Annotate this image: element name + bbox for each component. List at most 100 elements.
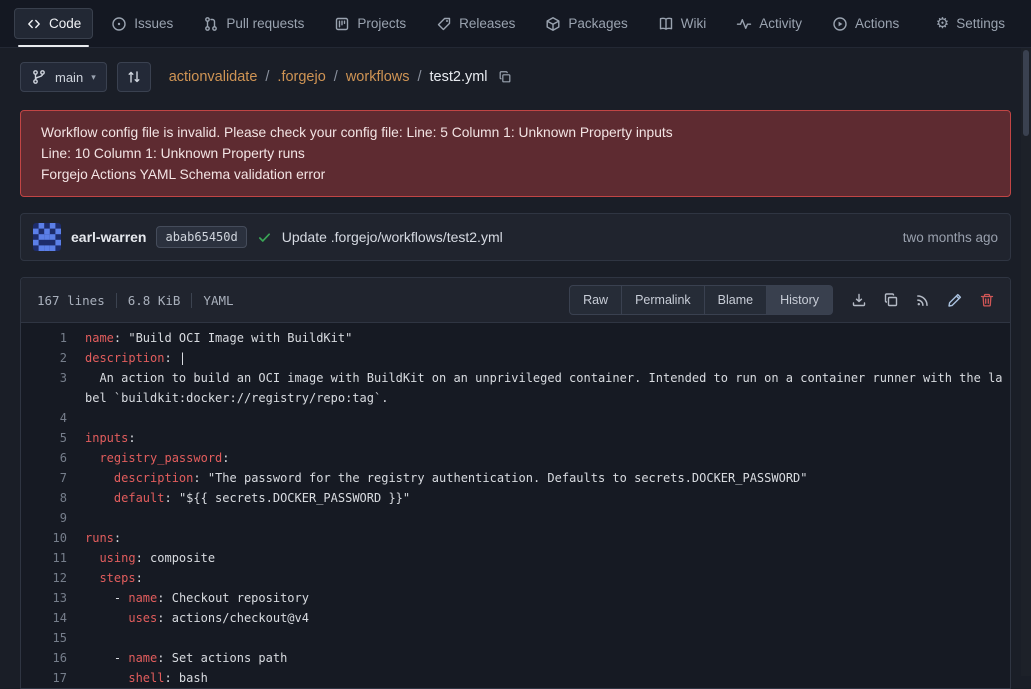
code-line: 13 - name: Checkout repository (21, 588, 1010, 608)
code-line: 9 (21, 508, 1010, 528)
line-number[interactable]: 15 (21, 628, 67, 648)
file-info: 167 lines 6.8 KiB YAML (37, 293, 234, 308)
avatar[interactable] (33, 223, 61, 251)
line-number[interactable]: 8 (21, 488, 67, 508)
branch-name: main (55, 70, 83, 85)
tab-releases-label: Releases (459, 16, 515, 31)
workflow-error-banner: Workflow config file is invalid. Please … (20, 110, 1011, 197)
tab-packages-label: Packages (568, 16, 627, 31)
tab-actions-label: Actions (855, 16, 899, 31)
line-number[interactable]: 12 (21, 568, 67, 588)
permalink-button[interactable]: Permalink (622, 285, 705, 315)
pulse-icon (736, 16, 752, 32)
copy-icon (883, 292, 899, 308)
line-content (85, 628, 1010, 648)
tab-packages[interactable]: Packages (533, 8, 639, 39)
breadcrumb-file-name: test2.yml (430, 69, 488, 85)
line-number[interactable]: 11 (21, 548, 67, 568)
tab-activity[interactable]: Activity (724, 8, 814, 39)
tab-issues[interactable]: Issues (99, 8, 185, 39)
line-number[interactable]: 3 (21, 368, 67, 408)
line-number[interactable]: 9 (21, 508, 67, 528)
tab-activity-label: Activity (759, 16, 802, 31)
branch-selector[interactable]: main ▾ (20, 62, 107, 92)
line-number[interactable]: 4 (21, 408, 67, 428)
history-button[interactable]: History (767, 285, 833, 315)
commit-time: two months ago (903, 230, 998, 245)
line-number[interactable]: 10 (21, 528, 67, 548)
code-line: 14 uses: actions/checkout@v4 (21, 608, 1010, 628)
breadcrumb-separator: / (265, 69, 269, 85)
code-line: 15 (21, 628, 1010, 648)
copy-path-icon[interactable] (498, 70, 512, 84)
issue-icon (111, 16, 127, 32)
rss-icon (915, 292, 931, 308)
commit-message[interactable]: Update .forgejo/workflows/test2.yml (282, 229, 503, 245)
tab-projects[interactable]: Projects (322, 8, 418, 39)
code-line: 1name: "Build OCI Image with BuildKit" (21, 328, 1010, 348)
gear-icon: ⚙ (936, 16, 949, 31)
line-number[interactable]: 5 (21, 428, 67, 448)
tab-code[interactable]: Code (14, 8, 93, 39)
tab-wiki-label: Wiki (681, 16, 707, 31)
line-number[interactable]: 13 (21, 588, 67, 608)
line-number[interactable]: 17 (21, 668, 67, 688)
page-scrollbar[interactable] (1021, 48, 1031, 676)
tab-pull-requests-label: Pull requests (226, 16, 304, 31)
branch-icon (31, 69, 47, 85)
line-content: - name: Set actions path (85, 648, 1010, 668)
breadcrumb-separator: / (417, 69, 421, 85)
file-line-count: 167 lines (37, 293, 105, 308)
tab-actions[interactable]: Actions (820, 8, 911, 39)
file-view: 167 lines 6.8 KiB YAML Raw Permalink Bla… (20, 277, 1011, 689)
code-line: 8 default: "${{ secrets.DOCKER_PASSWORD … (21, 488, 1010, 508)
line-number[interactable]: 6 (21, 448, 67, 468)
copy-content-button[interactable] (877, 287, 904, 314)
line-content: using: composite (85, 548, 1010, 568)
breadcrumb-forgejo-link[interactable]: .forgejo (277, 69, 325, 85)
line-number[interactable]: 1 (21, 328, 67, 348)
line-content (85, 508, 1010, 528)
play-circle-icon (832, 16, 848, 32)
line-content: - name: Checkout repository (85, 588, 1010, 608)
raw-button[interactable]: Raw (569, 285, 622, 315)
delete-file-button[interactable] (973, 287, 1000, 314)
package-icon (545, 16, 561, 32)
tab-releases[interactable]: Releases (424, 8, 527, 39)
tab-settings[interactable]: ⚙ Settings (924, 8, 1017, 39)
blame-button[interactable]: Blame (705, 285, 767, 315)
line-number[interactable]: 14 (21, 608, 67, 628)
code-line: 7 description: "The password for the reg… (21, 468, 1010, 488)
line-content: runs: (85, 528, 1010, 548)
file-icon-buttons (845, 287, 1000, 314)
line-content: An action to build an OCI image with Bui… (85, 368, 1010, 408)
error-line-2: Line: 10 Column 1: Unknown Property runs (41, 143, 990, 164)
pull-request-icon (203, 16, 219, 32)
compare-button[interactable] (117, 62, 151, 92)
line-content: default: "${{ secrets.DOCKER_PASSWORD }}… (85, 488, 1010, 508)
breadcrumb-repo-link[interactable]: actionvalidate (169, 69, 258, 85)
commit-author[interactable]: earl-warren (71, 229, 146, 245)
file-size: 6.8 KiB (128, 293, 181, 308)
tab-issues-label: Issues (134, 16, 173, 31)
rss-feed-button[interactable] (909, 287, 936, 314)
code-icon (26, 16, 42, 32)
line-content: uses: actions/checkout@v4 (85, 608, 1010, 628)
divider (116, 293, 117, 308)
line-number[interactable]: 7 (21, 468, 67, 488)
download-button[interactable] (845, 287, 872, 314)
breadcrumb-workflows-link[interactable]: workflows (346, 69, 410, 85)
commit-status-check-icon[interactable] (257, 230, 272, 245)
scrollbar-thumb[interactable] (1023, 50, 1029, 136)
tab-wiki[interactable]: Wiki (646, 8, 719, 39)
commit-hash-link[interactable]: abab65450d (156, 226, 246, 248)
file-language: YAML (203, 293, 233, 308)
file-toolbar: main ▾ actionvalidate / .forgejo / workf… (0, 48, 1031, 102)
tab-pull-requests[interactable]: Pull requests (191, 8, 316, 39)
line-number[interactable]: 16 (21, 648, 67, 668)
projects-icon (334, 16, 350, 32)
edit-file-button[interactable] (941, 287, 968, 314)
line-content: registry_password: (85, 448, 1010, 468)
line-number[interactable]: 2 (21, 348, 67, 368)
code-line: 10 runs: (21, 528, 1010, 548)
